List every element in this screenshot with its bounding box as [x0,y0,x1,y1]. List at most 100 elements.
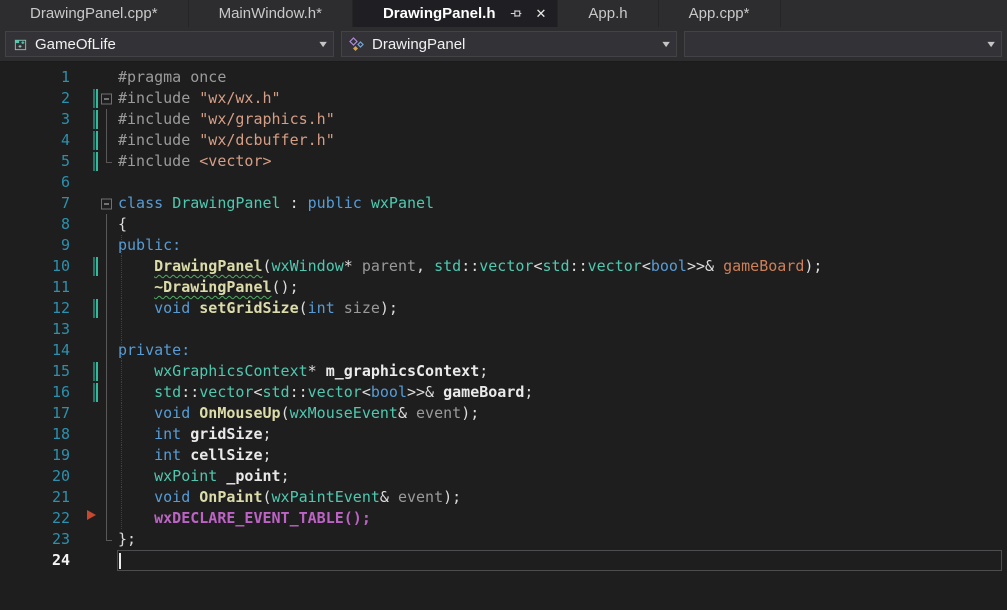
gutter [70,88,118,109]
line-number[interactable]: 9 [0,235,70,256]
tab-label: App.cpp* [688,5,750,22]
code-token: vector [479,257,534,275]
line-number[interactable]: 1 [0,67,70,88]
code-line[interactable]: 20 wxPoint _point; [0,466,1007,487]
collapse-toggle-icon[interactable] [101,93,112,104]
gutter [70,529,118,550]
tab-bar-filler [780,0,1007,27]
outline-guide-line [106,151,112,163]
code-token: wxGraphicsContext [154,362,308,380]
line-number[interactable]: 4 [0,130,70,151]
code-line[interactable]: 1 #pragma once [0,67,1007,88]
line-number[interactable]: 17 [0,403,70,424]
code-line[interactable]: 14 private: [0,340,1007,361]
outline-guide-line [106,214,107,235]
code-text: ~DrawingPanel(); [118,277,1007,298]
outline-guide-line [106,424,107,445]
code-line[interactable]: 13 [0,319,1007,340]
code-line[interactable]: 8{ [0,214,1007,235]
tab-mainwindow-h[interactable]: MainWindow.h* [188,0,353,27]
outline-guide-line [106,256,107,277]
code-line[interactable]: 4 #include "wx/dcbuffer.h" [0,130,1007,151]
pin-icon[interactable] [510,7,523,20]
code-token: cellSize [190,446,263,464]
gutter [70,151,118,172]
code-line[interactable]: 18 int gridSize; [0,424,1007,445]
code-line[interactable]: 22 wxDECLARE_EVENT_TABLE(); [0,508,1007,529]
line-number[interactable]: 16 [0,382,70,403]
line-number[interactable]: 23 [0,529,70,550]
tab-app-h[interactable]: App.h [558,0,659,27]
gutter [70,235,118,256]
line-number[interactable]: 18 [0,424,70,445]
type-dropdown[interactable]: DrawingPanel ▼ [341,31,677,57]
code-editor[interactable]: 1 #pragma once 2 #include "wx/wx.h" 3 #includ… [0,62,1007,610]
line-number[interactable]: 3 [0,109,70,130]
code-line[interactable]: 16 std::vector<std::vector<bool>>& gameB… [0,382,1007,403]
code-line[interactable]: 12 void setGridSize(int size); [0,298,1007,319]
line-number[interactable]: 5 [0,151,70,172]
line-number[interactable]: 15 [0,361,70,382]
tab-label: DrawingPanel.h [382,5,496,22]
line-number[interactable]: 24 [0,550,70,571]
code-line[interactable]: 7 class DrawingPanel : public wxPanel [0,193,1007,214]
member-dropdown[interactable]: ▼ [684,31,1002,57]
tab-app-cpp[interactable]: App.cpp* [658,0,781,27]
code-token: vector [199,383,254,401]
code-line[interactable]: 10 DrawingPanel(wxWindow* parent, std::v… [0,256,1007,277]
code-token: int [307,299,344,317]
line-number[interactable]: 11 [0,277,70,298]
line-number[interactable]: 20 [0,466,70,487]
code-token: gridSize [190,425,263,443]
gutter [70,172,118,193]
code-line[interactable]: 9 public: [0,235,1007,256]
outline-guide-line [106,235,107,256]
code-line[interactable]: 5 #include <vector> [0,151,1007,172]
outline-guide-line [106,529,112,541]
code-line[interactable]: 11 ~DrawingPanel(); [0,277,1007,298]
code-line[interactable]: 24 [0,550,1007,571]
collapse-toggle-icon[interactable] [101,198,112,209]
code-token: public: [118,236,182,254]
code-text: #include <vector> [118,151,1007,172]
code-text: private: [118,340,1007,361]
code-line[interactable]: 15 wxGraphicsContext* m_graphicsContext; [0,361,1007,382]
code-text: wxGraphicsContext* m_graphicsContext; [118,361,1007,382]
line-number[interactable]: 6 [0,172,70,193]
code-line[interactable]: 17 void OnMouseUp(wxMouseEvent& event); [0,403,1007,424]
line-number[interactable]: 12 [0,298,70,319]
code-line[interactable]: 3 #include "wx/graphics.h" [0,109,1007,130]
code-token: _point [226,467,281,485]
code-token: < [361,383,371,401]
close-icon[interactable]: ✕ [533,6,550,22]
code-token: vector [587,257,642,275]
code-token: wxDECLARE_EVENT_TABLE(); [154,509,371,527]
tab-drawingpanel-h[interactable]: DrawingPanel.h ✕ [352,0,559,27]
line-number[interactable]: 21 [0,487,70,508]
line-number[interactable]: 10 [0,256,70,277]
code-line[interactable]: 2 #include "wx/wx.h" [0,88,1007,109]
line-number[interactable]: 14 [0,340,70,361]
code-text: #include "wx/wx.h" [118,88,1007,109]
code-line[interactable]: 23}; [0,529,1007,550]
code-line[interactable]: 21 void OnPaint(wxPaintEvent& event); [0,487,1007,508]
line-number[interactable]: 2 [0,88,70,109]
line-number[interactable]: 13 [0,319,70,340]
code-token: :: [461,257,480,275]
line-number[interactable]: 22 [0,508,70,529]
line-number[interactable]: 7 [0,193,70,214]
outline-guide-line [106,466,107,487]
code-line[interactable]: 19 int cellSize; [0,445,1007,466]
project-dropdown[interactable]: GameOfLife ▼ [5,31,334,57]
code-token: ); [443,488,462,506]
code-token: { [118,215,128,233]
line-number[interactable]: 8 [0,214,70,235]
code-text [118,319,1007,340]
code-token: ( [280,404,290,422]
code-line[interactable]: 6 [0,172,1007,193]
line-number[interactable]: 19 [0,445,70,466]
tab-drawingpanel-cpp[interactable]: DrawingPanel.cpp* [0,0,189,27]
code-token: #include [118,89,200,107]
